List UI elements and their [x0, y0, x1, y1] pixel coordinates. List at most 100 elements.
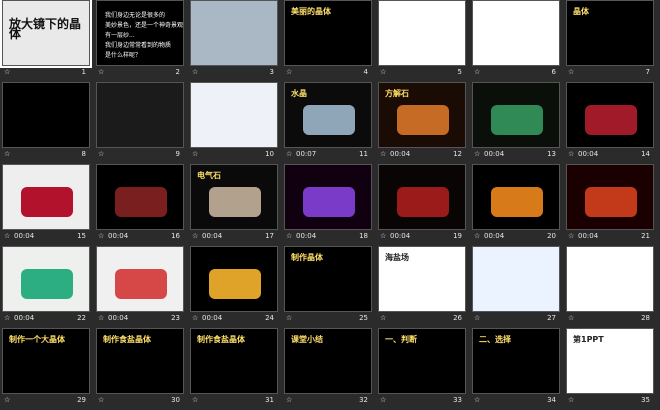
slide-meta: ☆ 00:04 20: [472, 230, 560, 242]
slide-thumbnail-cell[interactable]: 制作晶体 ☆ 25: [284, 246, 372, 326]
star-icon: ☆: [568, 150, 575, 158]
slide-number: 25: [359, 314, 368, 322]
slide-thumbnail-cell[interactable]: ☆ 00:04 15: [2, 164, 90, 244]
slide-preview[interactable]: [190, 0, 278, 66]
slide-preview[interactable]: [2, 82, 90, 148]
slide-preview[interactable]: [472, 82, 560, 148]
slide-preview[interactable]: [472, 0, 560, 66]
slide-thumbnail-cell[interactable]: 海盐场 ☆ 26: [378, 246, 466, 326]
slide-image-placeholder: [115, 269, 167, 299]
slide-preview[interactable]: [190, 246, 278, 312]
slide-thumbnail-cell[interactable]: 第1PPT ☆ 35: [566, 328, 654, 408]
star-icon: ☆: [568, 232, 575, 240]
slide-thumbnail-cell[interactable]: 美丽的晶体 ☆ 4: [284, 0, 372, 80]
slide-thumbnail-cell[interactable]: 制作食盐晶体 ☆ 30: [96, 328, 184, 408]
slide-timing: 00:04: [202, 232, 223, 240]
slide-preview[interactable]: [378, 0, 466, 66]
slide-thumbnail-cell[interactable]: ☆ 10: [190, 82, 278, 162]
slide-thumbnail-cell[interactable]: ☆ 00:04 14: [566, 82, 654, 162]
star-icon: ☆: [4, 396, 11, 404]
slide-meta: ☆ 5: [378, 66, 466, 78]
slide-preview[interactable]: [472, 164, 560, 230]
slide-preview[interactable]: [96, 164, 184, 230]
slide-thumbnail-cell[interactable]: ☆ 3: [190, 0, 278, 80]
slide-preview[interactable]: 制作晶体: [284, 246, 372, 312]
slide-thumbnail-cell[interactable]: 制作食盐晶体 ☆ 31: [190, 328, 278, 408]
slide-preview[interactable]: [2, 246, 90, 312]
slide-timing: 00:04: [296, 232, 317, 240]
slide-title: 制作食盐晶体: [197, 335, 245, 344]
slide-preview[interactable]: [566, 164, 654, 230]
slide-thumbnail-cell[interactable]: 晶体 ☆ 7: [566, 0, 654, 80]
slide-title: 制作一个大晶体: [9, 335, 65, 344]
slide-preview[interactable]: 电气石: [190, 164, 278, 230]
slide-preview[interactable]: [96, 246, 184, 312]
slide-title: 制作食盐晶体: [103, 335, 151, 344]
star-icon: ☆: [98, 232, 105, 240]
slide-preview[interactable]: 第1PPT: [566, 328, 654, 394]
slide-text-line: 是什么样呢？: [105, 52, 142, 59]
slide-thumbnail-cell[interactable]: ☆ 00:04 24: [190, 246, 278, 326]
slide-thumbnail-cell[interactable]: 水晶 ☆ 00:07 11: [284, 82, 372, 162]
slide-number: 30: [171, 396, 180, 404]
slide-thumbnail-cell[interactable]: ☆ 00:04 20: [472, 164, 560, 244]
slide-thumbnail-cell[interactable]: 一、判断 ☆ 33: [378, 328, 466, 408]
star-icon: ☆: [568, 314, 575, 322]
slide-thumbnail-cell[interactable]: 制作一个大晶体 ☆ 29: [2, 328, 90, 408]
slide-thumbnail-cell[interactable]: 放大镜下的晶体 ☆ 1: [0, 0, 92, 80]
slide-thumbnail-cell[interactable]: 课堂小结 ☆ 32: [284, 328, 372, 408]
slide-preview[interactable]: 海盐场: [378, 246, 466, 312]
slide-preview[interactable]: [284, 164, 372, 230]
star-icon: ☆: [192, 232, 199, 240]
slide-thumbnail-cell[interactable]: ☆ 8: [2, 82, 90, 162]
slide-thumbnail-cell[interactable]: ☆ 00:04 19: [378, 164, 466, 244]
slide-preview[interactable]: [190, 82, 278, 148]
slide-thumbnail-cell[interactable]: ☆ 00:04 22: [2, 246, 90, 326]
star-icon: ☆: [286, 396, 293, 404]
slide-sorter-grid: 放大镜下的晶体 ☆ 1 我们身边无论是很多的 美妙景色，还是一个神奇景观 有一层纱... 我…: [0, 0, 658, 410]
slide-thumbnail-cell[interactable]: ☆ 9: [96, 82, 184, 162]
slide-thumbnail-cell[interactable]: 二、选择 ☆ 34: [472, 328, 560, 408]
star-icon: ☆: [474, 150, 481, 158]
slide-preview[interactable]: [566, 82, 654, 148]
slide-thumbnail-cell[interactable]: ☆ 27: [472, 246, 560, 326]
slide-preview[interactable]: 方解石: [378, 82, 466, 148]
slide-preview[interactable]: 晶体: [566, 0, 654, 66]
slide-preview[interactable]: [96, 82, 184, 148]
slide-thumbnail-cell[interactable]: 电气石 ☆ 00:04 17: [190, 164, 278, 244]
slide-preview[interactable]: 制作食盐晶体: [190, 328, 278, 394]
slide-thumbnail-cell[interactable]: ☆ 5: [378, 0, 466, 80]
slide-thumbnail-cell[interactable]: 方解石 ☆ 00:04 12: [378, 82, 466, 162]
slide-number: 20: [547, 232, 556, 240]
slide-preview[interactable]: 制作一个大晶体: [2, 328, 90, 394]
star-icon: ☆: [568, 396, 575, 404]
slide-thumbnail-cell[interactable]: ☆ 6: [472, 0, 560, 80]
slide-preview[interactable]: 美丽的晶体: [284, 0, 372, 66]
slide-preview[interactable]: 二、选择: [472, 328, 560, 394]
slide-preview[interactable]: 制作食盐晶体: [96, 328, 184, 394]
slide-preview[interactable]: 放大镜下的晶体: [0, 0, 92, 68]
slide-preview[interactable]: 一、判断: [378, 328, 466, 394]
slide-thumbnail-cell[interactable]: ☆ 00:04 16: [96, 164, 184, 244]
slide-image-placeholder: [303, 187, 355, 217]
slide-number: 2: [175, 68, 180, 76]
slide-preview[interactable]: [2, 164, 90, 230]
slide-thumbnail-cell[interactable]: ☆ 00:04 18: [284, 164, 372, 244]
slide-meta: ☆ 00:04 21: [566, 230, 654, 242]
star-icon: ☆: [474, 314, 481, 322]
slide-thumbnail-cell[interactable]: ☆ 28: [566, 246, 654, 326]
slide-preview[interactable]: [472, 246, 560, 312]
slide-thumbnail-cell[interactable]: ☆ 00:04 13: [472, 82, 560, 162]
slide-text-line: 有一层纱...: [105, 32, 135, 39]
slide-preview[interactable]: 我们身边无论是很多的 美妙景色，还是一个神奇景观 有一层纱... 我们身边常常看到的物…: [96, 0, 184, 66]
slide-thumbnail-cell[interactable]: 我们身边无论是很多的 美妙景色，还是一个神奇景观 有一层纱... 我们身边常常看到的物…: [96, 0, 184, 80]
slide-thumbnail-cell[interactable]: ☆ 00:04 23: [96, 246, 184, 326]
slide-preview[interactable]: 水晶: [284, 82, 372, 148]
slide-meta: ☆ 1: [2, 66, 90, 78]
star-icon: ☆: [98, 68, 105, 76]
slide-preview[interactable]: 课堂小结: [284, 328, 372, 394]
slide-thumbnail-cell[interactable]: ☆ 00:04 21: [566, 164, 654, 244]
slide-title: 水晶: [291, 89, 307, 98]
slide-preview[interactable]: [566, 246, 654, 312]
slide-preview[interactable]: [378, 164, 466, 230]
